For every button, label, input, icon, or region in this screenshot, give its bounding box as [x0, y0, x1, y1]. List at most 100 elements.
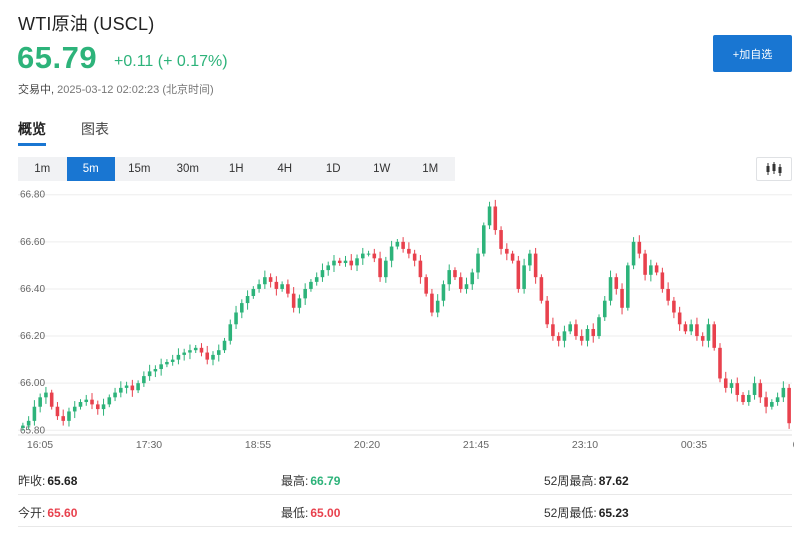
candle [585, 328, 590, 341]
stats-row: 昨收: 65.68 最高: 66.79 52周最高: 87.62 [18, 463, 792, 495]
y-tick-label: 66.60 [20, 237, 45, 248]
candle [320, 270, 325, 278]
candle [337, 260, 342, 264]
candle [240, 303, 244, 313]
x-tick-label: 21:45 [463, 439, 489, 451]
interval-15m[interactable]: 15m [115, 157, 164, 181]
candle [251, 288, 256, 297]
candle [430, 293, 434, 313]
candle [528, 253, 532, 266]
candle [228, 324, 233, 341]
candle [770, 402, 774, 407]
x-tick-label: 20:20 [354, 439, 380, 451]
candle [608, 277, 613, 301]
candle [170, 359, 175, 362]
stats-row: 今开: 65.60 最低: 65.00 52周最低: 65.23 [18, 495, 792, 527]
candle [574, 324, 578, 337]
candle [153, 369, 158, 372]
candle [787, 387, 791, 424]
candle [199, 347, 204, 353]
add-to-watchlist-button[interactable]: +加自选 [713, 35, 792, 72]
interval-1mo[interactable]: 1M [406, 157, 455, 181]
interval-1m[interactable]: 1m [18, 157, 67, 181]
interval-1h[interactable]: 1H [212, 157, 261, 181]
candle [435, 300, 440, 313]
candle [124, 385, 129, 388]
candle [355, 258, 359, 266]
chart-type-button[interactable] [756, 157, 792, 181]
stat-52w-low: 52周最低: 65.23 [544, 506, 629, 520]
interval-30m[interactable]: 30m [164, 157, 213, 181]
candle [562, 331, 567, 341]
interval-1w[interactable]: 1W [358, 157, 407, 181]
candle [401, 241, 405, 249]
candle [499, 230, 503, 249]
candle [637, 241, 642, 254]
last-price: 65.79 [17, 40, 98, 75]
candle [332, 260, 336, 266]
candle [493, 206, 498, 231]
candle [193, 347, 198, 351]
x-tick-label: 18:55 [245, 439, 271, 451]
candle [274, 281, 279, 289]
candle [712, 324, 717, 348]
stat-prev-close: 昨收: 65.68 [18, 474, 78, 488]
instrument-title: WTI原油 (USCL) [18, 14, 155, 34]
candle [545, 300, 549, 325]
x-tick-label: 17:30 [136, 439, 162, 451]
candle [234, 312, 238, 325]
candle [539, 277, 544, 301]
candle [291, 293, 296, 308]
candle [412, 253, 417, 261]
candle [643, 253, 647, 275]
candle [245, 296, 250, 304]
candle [176, 354, 181, 360]
candle [90, 399, 94, 405]
candle [205, 352, 210, 360]
candle [326, 265, 331, 271]
candle [84, 399, 89, 403]
x-tick-label: 00:35 [681, 439, 707, 451]
candle [216, 350, 221, 355]
candle [188, 350, 192, 353]
candle [533, 253, 538, 278]
candle [378, 258, 382, 278]
candle [481, 225, 486, 254]
candle [101, 404, 106, 410]
candle [372, 253, 377, 259]
candle [268, 277, 273, 282]
y-tick-label: 66.00 [20, 378, 45, 389]
low-value: 65.00 [310, 506, 341, 520]
candle [683, 324, 688, 332]
candle [602, 300, 607, 318]
candle [453, 270, 457, 278]
low52-value: 65.23 [598, 506, 629, 520]
interval-4h[interactable]: 4H [261, 157, 310, 181]
candle [666, 288, 670, 301]
interval-selector: 1m 5m 15m 30m 1H 4H 1D 1W 1M [18, 157, 455, 181]
interval-1d[interactable]: 1D [309, 157, 358, 181]
x-tick-label: 02:0 [793, 439, 794, 451]
y-tick-label: 66.20 [20, 331, 45, 342]
candle [314, 277, 319, 282]
candle [441, 284, 446, 301]
candle [614, 277, 619, 289]
candle [395, 241, 400, 247]
interval-5m[interactable]: 5m [66, 157, 115, 181]
stat-low: 最低: 65.00 [281, 506, 341, 520]
stats-table: 昨收: 65.68 最高: 66.79 52周最高: 87.62 今开: 65.60 最… [18, 463, 792, 527]
high-value: 66.79 [310, 474, 341, 488]
candle [510, 253, 515, 261]
candle [752, 383, 757, 395]
candle [361, 253, 365, 259]
candle [741, 394, 745, 403]
candle [263, 277, 267, 285]
main-tabs: 概览 图表 [18, 118, 144, 148]
tab-chart[interactable]: 图表 [81, 118, 109, 146]
tab-overview[interactable]: 概览 [18, 118, 46, 146]
candle [476, 253, 480, 273]
price-chart[interactable]: 66.80 66.60 66.40 66.20 66.00 65.80 16:05 17:30… [18, 190, 794, 455]
candle [556, 336, 561, 341]
stat-52w-high: 52周最高: 87.62 [544, 474, 629, 488]
y-tick-label: 66.80 [20, 190, 45, 201]
